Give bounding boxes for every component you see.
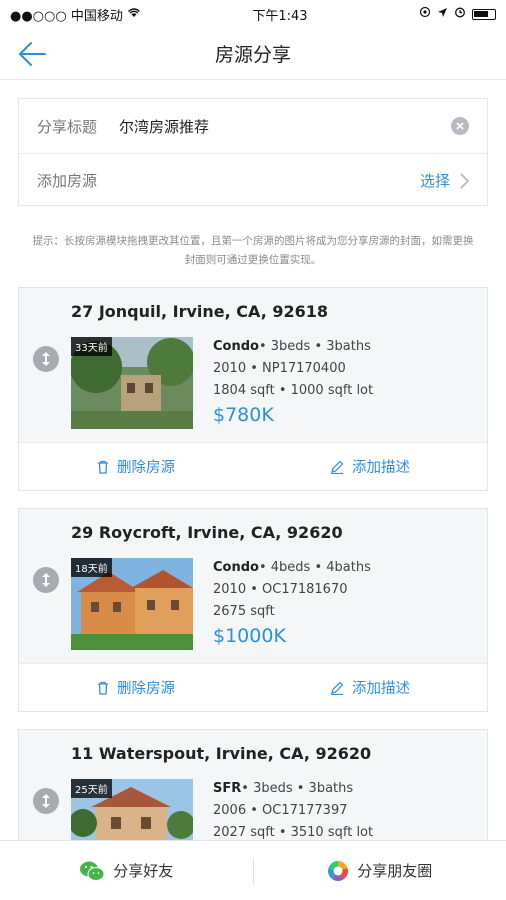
beds-baths: • 3beds • 3baths	[258, 339, 371, 354]
add-listing-label: 添加房源	[37, 172, 98, 190]
size: 2675 sqft	[213, 604, 275, 619]
beds-baths: • 3beds • 3baths	[241, 781, 354, 796]
listing-card[interactable]: 27 Jonquil, Irvine, CA, 92618 33天前 Condo…	[18, 287, 488, 491]
add-listing-row[interactable]: 添加房源 选择	[19, 153, 487, 207]
listing-address: 27 Jonquil, Irvine, CA, 92618	[71, 302, 329, 321]
beds-baths: • 4beds • 4baths	[258, 560, 371, 575]
share-title-row[interactable]: 分享标题 尔湾房源推荐	[19, 99, 487, 153]
add-description-button[interactable]: 添加描述	[253, 456, 487, 477]
location-icon	[419, 6, 431, 22]
days-on-market-badge: 25天前	[71, 779, 112, 798]
clock-time: 下午1:43	[252, 8, 308, 24]
share-moments-button[interactable]: 分享朋友圈	[254, 841, 506, 900]
price: $780K	[213, 404, 274, 426]
select-listing-button[interactable]: 选择	[420, 170, 469, 191]
moments-icon	[328, 860, 349, 881]
property-type: Condo	[213, 339, 259, 354]
listing-address: 11 Waterspout, Irvine, CA, 92620	[71, 744, 372, 763]
back-arrow-icon	[19, 42, 46, 66]
delete-listing-label: 删除房源	[117, 460, 175, 476]
add-description-label: 添加描述	[352, 681, 410, 697]
listing-photo[interactable]: 18天前	[71, 558, 193, 650]
share-form: 分享标题 尔湾房源推荐 添加房源 选择	[18, 98, 488, 206]
status-bar: ●●○○○ 中国移动 下午1:43	[0, 0, 506, 28]
navigation-icon	[437, 7, 448, 22]
year-mls: 2010 • OC17181670	[213, 582, 348, 597]
listing-details: SFR• 3beds • 3baths 2006 • OC17177397 20…	[213, 778, 373, 840]
listing-photo[interactable]: 33天前	[71, 337, 193, 429]
listing-photo[interactable]: 25天前	[71, 779, 193, 840]
share-moments-label: 分享朋友圈	[357, 862, 433, 880]
size: 1804 sqft • 1000 sqft lot	[213, 383, 374, 398]
pencil-icon	[331, 681, 344, 695]
delete-listing-button[interactable]: 删除房源	[19, 456, 253, 477]
share-friends-button[interactable]: 分享好友	[0, 841, 253, 900]
wifi-icon	[127, 7, 141, 22]
trash-icon	[98, 681, 108, 695]
property-type: Condo	[213, 560, 259, 575]
size: 2027 sqft • 3510 sqft lot	[213, 825, 374, 840]
alarm-icon	[454, 6, 466, 22]
year-mls: 2010 • NP17170400	[213, 361, 346, 376]
hint-text: 提示：长按房源模块拖拽更改其位置，且第一个房源的图片将成为您分享房源的封面，如需…	[32, 235, 474, 266]
wechat-icon	[80, 861, 105, 881]
delete-listing-button[interactable]: 删除房源	[19, 677, 253, 698]
property-type: SFR	[213, 781, 242, 796]
pencil-icon	[331, 460, 344, 474]
share-bar: 分享好友 分享朋友圈	[0, 840, 506, 900]
drag-handle-icon[interactable]	[33, 788, 59, 814]
share-friends-label: 分享好友	[113, 862, 174, 880]
nav-bar: 房源分享	[0, 28, 506, 80]
drag-handle-icon[interactable]	[33, 567, 59, 593]
delete-listing-label: 删除房源	[117, 681, 175, 697]
drag-handle-icon[interactable]	[33, 346, 59, 372]
listing-card[interactable]: 11 Waterspout, Irvine, CA, 92620 25天前 SF…	[18, 729, 488, 840]
days-on-market-badge: 33天前	[71, 337, 112, 356]
trash-icon	[98, 460, 108, 474]
listing-card[interactable]: 29 Roycroft, Irvine, CA, 92620 18天前 Cond…	[18, 508, 488, 712]
add-description-label: 添加描述	[352, 460, 410, 476]
share-title-label: 分享标题	[37, 117, 98, 136]
days-on-market-badge: 18天前	[71, 558, 112, 577]
page-title: 房源分享	[214, 44, 291, 66]
price: $1000K	[213, 625, 286, 647]
listing-details: Condo• 4beds • 4baths 2010 • OC17181670 …	[213, 557, 371, 647]
back-button[interactable]	[14, 36, 50, 72]
share-title-input[interactable]: 尔湾房源推荐	[119, 116, 451, 137]
select-label: 选择	[419, 172, 450, 190]
carrier-text: ●●○○○ 中国移动	[10, 8, 123, 24]
add-description-button[interactable]: 添加描述	[253, 677, 487, 698]
battery-icon	[472, 8, 496, 20]
listing-address: 29 Roycroft, Irvine, CA, 92620	[71, 523, 343, 542]
listing-details: Condo• 3beds • 3baths 2010 • NP17170400 …	[213, 336, 373, 426]
clear-icon[interactable]	[451, 117, 469, 135]
year-mls: 2006 • OC17177397	[213, 803, 348, 818]
chevron-right-icon	[460, 172, 469, 189]
